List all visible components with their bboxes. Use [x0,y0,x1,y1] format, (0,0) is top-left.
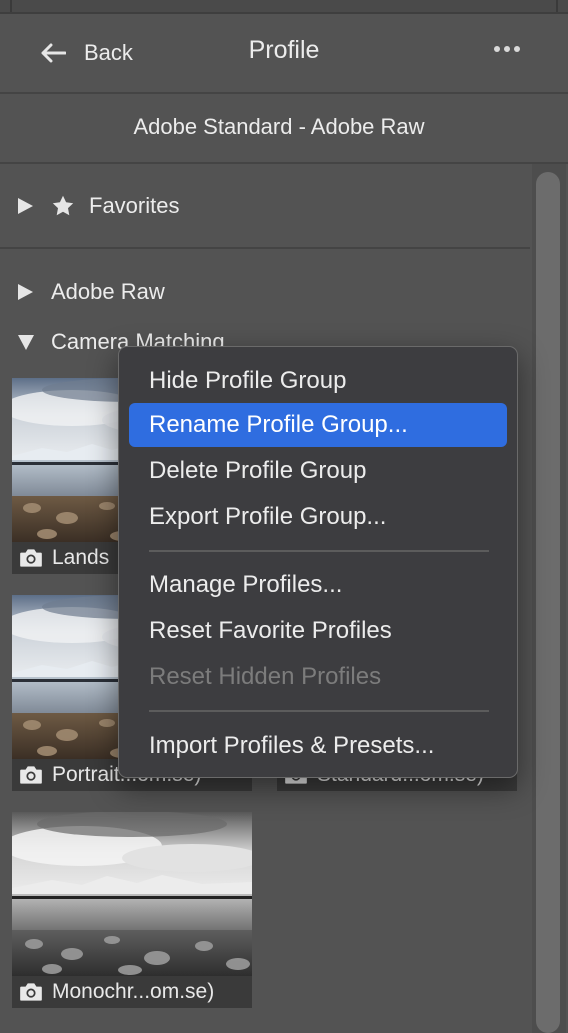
group-label: Adobe Raw [51,279,165,304]
group-label: Favorites [89,193,180,218]
scrollbar-thumb[interactable] [536,172,560,1033]
group-favorites[interactable]: Favorites [18,193,179,219]
thumbnail-image [12,812,252,976]
expand-triangle-icon[interactable] [18,198,33,214]
menu-item-export-profile-group[interactable]: Export Profile Group... [129,495,507,539]
dot [504,46,510,52]
menu-separator [149,550,489,552]
menu-separator [149,710,489,712]
collapse-triangle-icon[interactable] [18,334,34,350]
camera-icon [18,764,44,786]
panel-divider [556,0,558,12]
context-menu: Hide Profile Group Rename Profile Group.… [118,346,518,778]
top-strip [0,0,568,14]
camera-icon [18,547,44,569]
more-options-icon[interactable] [494,46,520,52]
group-adobe-raw[interactable]: Adobe Raw [18,279,165,305]
menu-item-hide-profile-group[interactable]: Hide Profile Group [129,359,507,403]
thumbnail-caption-text: Monochr...om.se) [52,980,215,1003]
thumbnail-caption: Monochr...om.se) [12,976,252,1008]
star-icon [52,195,74,216]
menu-item-delete-profile-group[interactable]: Delete Profile Group [129,449,507,493]
menu-item-import-profiles-presets[interactable]: Import Profiles & Presets... [129,724,507,768]
thumbnail-caption-text: Lands [52,546,110,569]
dot [514,46,520,52]
current-profile-name: Adobe Standard - Adobe Raw [133,114,425,139]
divider [0,247,530,249]
menu-item-reset-hidden-profiles: Reset Hidden Profiles [149,663,382,690]
dot [494,46,500,52]
divider [0,162,568,164]
profile-thumbnail-monochrome[interactable]: Monochr...om.se) [12,812,252,1008]
menu-item-rename-profile-group[interactable]: Rename Profile Group... [129,403,507,447]
menu-item-manage-profiles[interactable]: Manage Profiles... [129,563,507,607]
camera-icon [18,981,44,1003]
menu-item-reset-favorite-profiles[interactable]: Reset Favorite Profiles [129,609,507,653]
page-title: Profile [248,36,320,64]
divider [0,92,568,94]
expand-triangle-icon[interactable] [18,284,33,300]
panel-divider [10,0,12,12]
profile-header: Back Profile [0,14,568,92]
